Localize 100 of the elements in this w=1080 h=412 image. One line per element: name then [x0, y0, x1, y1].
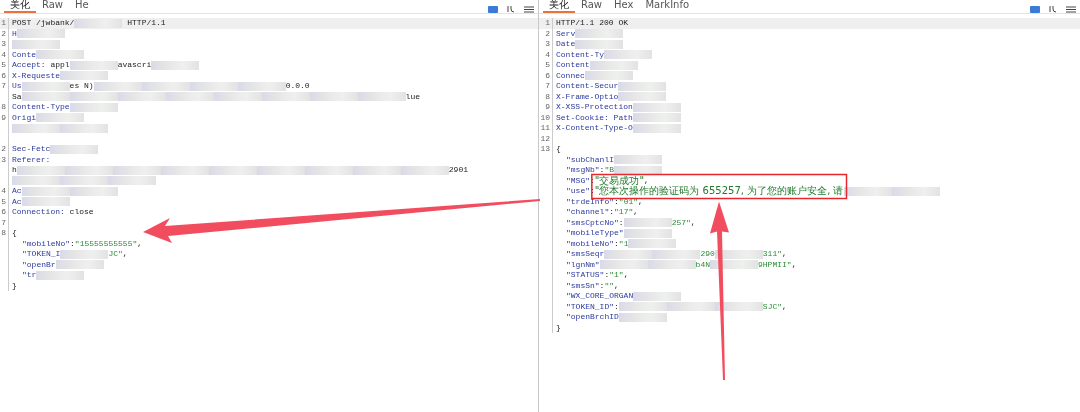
code-text: {	[556, 144, 561, 155]
json-string: 311"	[762, 249, 782, 260]
header-name: Us	[12, 81, 22, 92]
code-text: {	[12, 228, 17, 239]
tab[interactable]: 美化	[543, 0, 575, 13]
header-name: "trdeInfo"	[566, 196, 614, 207]
line-number: 6	[0, 70, 9, 81]
header-name: "tr	[22, 270, 37, 281]
code-text: HTTP/1.1	[126, 18, 166, 29]
json-string: SJC"	[762, 301, 783, 312]
code-text: es N)	[69, 81, 94, 92]
line-number: 10	[539, 112, 553, 123]
header-name: Ac	[12, 186, 22, 197]
line-number: 5	[0, 60, 9, 71]
line-number: 12	[539, 133, 553, 144]
json-string: "1	[618, 238, 629, 249]
code-text: }	[12, 280, 17, 291]
line-number: 2	[0, 28, 9, 39]
json-string: JC"	[108, 249, 123, 260]
code-text: :	[599, 280, 605, 291]
line-number: 6	[0, 207, 9, 218]
line-number: 3	[0, 39, 9, 50]
code-text: ,	[122, 249, 128, 260]
header-name: X-XSS-Protection	[556, 102, 633, 113]
header-name: "openBrchID	[566, 312, 619, 323]
header-name: Serv	[556, 28, 576, 39]
header-name: "TOKEN_ID"	[566, 301, 614, 312]
header-name: "openBr	[22, 259, 56, 270]
code-text: HTTP/1.1 200 OK	[556, 18, 628, 29]
code-text: lue	[405, 91, 420, 102]
header-name: "lgnNm"	[566, 259, 600, 270]
json-string: "01"	[618, 196, 639, 207]
code-text: :	[590, 186, 595, 197]
tab[interactable]: He	[69, 0, 95, 13]
header-name: Ac	[12, 196, 22, 207]
line-number: 2	[0, 144, 9, 155]
header-name: "smsSeqr	[566, 249, 605, 260]
tab[interactable]: Raw	[36, 0, 70, 13]
line-number: 4	[0, 186, 9, 197]
code-text: POST /jwbank/	[12, 18, 75, 29]
tab[interactable]: MarkInfo	[639, 0, 696, 13]
code-text: ,	[614, 280, 619, 291]
header-name: Accept:	[12, 60, 46, 71]
header-name: Conte	[12, 49, 36, 60]
header-name: "mobileNo"	[566, 238, 614, 249]
line-number: 5	[539, 60, 553, 71]
header-name: "mobileType"	[566, 228, 624, 239]
header-name: H	[12, 28, 17, 39]
line-number: 8	[539, 91, 553, 102]
header-name: X-Requeste	[12, 70, 60, 81]
code-text: close	[68, 207, 94, 218]
line-number: 2	[539, 28, 553, 39]
json-string: 290	[700, 249, 715, 260]
line-number: 4	[539, 49, 553, 60]
code-text: 2901	[448, 165, 468, 176]
code-text: :	[604, 270, 610, 281]
header-name: Connection:	[12, 207, 65, 218]
json-string: b4N	[695, 259, 710, 270]
header-name: Content	[556, 60, 590, 71]
line-number: 5	[0, 196, 9, 207]
header-name: Content-Ty	[556, 49, 604, 60]
line-number: 1	[0, 18, 9, 29]
header-name: "STATUS"	[566, 270, 605, 281]
line-number: 4	[0, 49, 9, 60]
header-name: Origi	[12, 112, 36, 123]
code-text: ,	[791, 259, 797, 270]
json-string: ""	[604, 280, 615, 291]
header-name: "use"	[566, 186, 590, 197]
line-number: 3	[0, 154, 9, 165]
code-text: ,	[638, 196, 643, 207]
header-name: "TOKEN_I	[22, 249, 61, 260]
code-text: h	[12, 165, 17, 176]
header-name: X-Frame-Optio	[556, 91, 619, 102]
code-text: ,	[633, 207, 639, 218]
code-text: ,	[644, 175, 649, 186]
code-text: :	[599, 165, 605, 175]
line-number: 8	[0, 228, 9, 239]
json-string: "15555555555"	[74, 238, 138, 249]
header-name: Content-Type	[12, 102, 70, 113]
line-number: 7	[0, 217, 9, 228]
line-number: 7	[539, 81, 553, 92]
code-text: ,	[137, 238, 143, 249]
tab[interactable]: Raw	[575, 0, 609, 13]
code-text: :	[614, 301, 619, 312]
line-number: 6	[539, 70, 553, 81]
json-string: "1"	[609, 270, 624, 281]
header-name: Set-Cookie: Path	[556, 112, 633, 123]
code-text: appl	[49, 60, 70, 71]
tab[interactable]: 美化	[4, 0, 36, 13]
code-text: :	[614, 196, 619, 207]
code-text: :	[609, 207, 615, 218]
code-text: :	[70, 238, 75, 249]
header-name: "smsCptcNo"	[566, 217, 619, 228]
tab[interactable]: Hex	[608, 0, 640, 13]
line-number: 3	[539, 39, 553, 50]
code-text: ,	[690, 217, 696, 228]
json-string: "17"	[614, 207, 634, 218]
line-number: 13	[539, 144, 553, 155]
header-name: Date	[556, 39, 576, 50]
line-number: 8	[0, 102, 9, 113]
